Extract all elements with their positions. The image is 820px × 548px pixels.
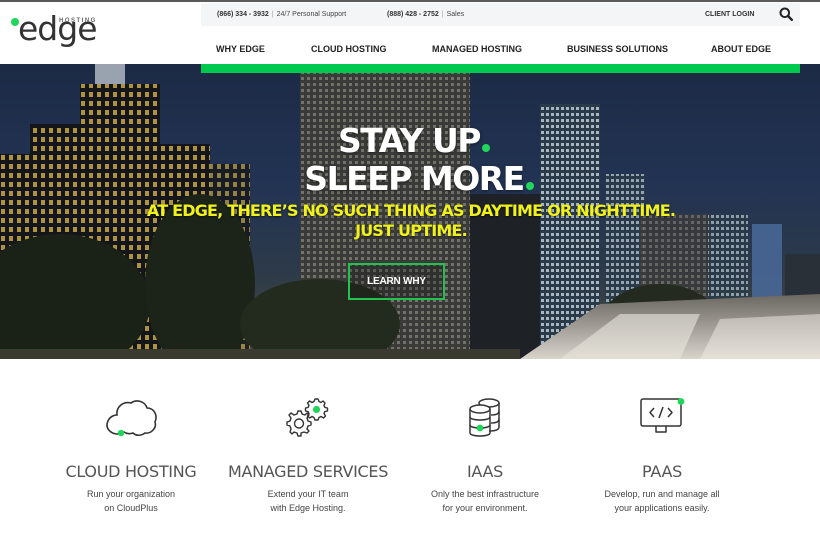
nav-accent-bar: [201, 64, 800, 73]
sales-contact: (888) 428 - 2752 | Sales: [387, 11, 464, 18]
sales-label: Sales: [446, 11, 465, 18]
features-section: CLOUD HOSTING Run your organization on Cl…: [0, 359, 820, 548]
feature-description: Extend your IT team with Edge Hosting.: [208, 488, 408, 515]
search-icon[interactable]: [779, 7, 794, 22]
nav-why-edge[interactable]: WHY EDGE: [216, 44, 265, 54]
support-label: 24/7 Personal Support: [276, 11, 347, 18]
feature-description: Develop, run and manage all your applicat…: [562, 488, 762, 515]
edge-hosting-logo[interactable]: edge HOSTING: [10, 8, 110, 58]
nav-about-edge[interactable]: ABOUT EDGE: [711, 44, 771, 54]
separator: |: [441, 11, 444, 18]
utility-bar: (866) 334 - 3932 | 24/7 Personal Support (…: [201, 3, 800, 26]
desc-line: Develop, run and manage all: [604, 489, 720, 499]
gears-icon: [286, 397, 330, 444]
cloud-icon: [103, 397, 159, 444]
headline-text: SLEEP MORE: [304, 159, 525, 198]
nav-business-solutions[interactable]: BUSINESS SOLUTIONS: [567, 44, 668, 54]
feature-description: Run your organization on CloudPlus: [31, 488, 231, 515]
database-icon: [467, 397, 503, 444]
green-period-dot: [481, 144, 490, 152]
sales-phone[interactable]: (888) 428 - 2752: [387, 11, 439, 18]
feature-title: MANAGED SERVICES: [227, 462, 389, 481]
learn-why-button[interactable]: LEARN WHY: [348, 263, 445, 300]
support-phone[interactable]: (866) 334 - 3932: [217, 11, 269, 18]
hero-subheadline-line2: JUST UPTIME.: [355, 221, 468, 240]
desc-line: for your environment.: [442, 502, 528, 513]
feature-title: IAAS: [466, 462, 503, 481]
green-period-dot: [525, 182, 534, 190]
logo-subtitle: HOSTING: [59, 18, 97, 24]
desc-line: on CloudPlus: [104, 502, 158, 513]
nav-managed-hosting[interactable]: MANAGED HOSTING: [432, 44, 522, 54]
hero-headline-line1: STAY UP: [0, 124, 820, 157]
nav-cloud-hosting[interactable]: CLOUD HOSTING: [311, 44, 387, 54]
desc-line: Run your organization: [86, 489, 176, 499]
client-login-link[interactable]: CLIENT LOGIN: [705, 11, 754, 18]
hero-headline-line2: SLEEP MORE: [0, 162, 820, 195]
headline-text: STAY UP: [338, 121, 481, 160]
site-header: edge HOSTING (866) 334 - 3932 | 24/7 Perso…: [0, 2, 820, 64]
main-nav: WHY EDGE CLOUD HOSTING MANAGED HOSTING B…: [201, 40, 800, 60]
desc-line: Only the best infrastructure: [430, 489, 540, 499]
monitor-code-icon: [638, 397, 686, 444]
feature-title: PAAS: [642, 462, 682, 481]
desc-line: your applications easily.: [614, 502, 710, 513]
feature-description: Only the best infrastructure for your env…: [385, 488, 585, 515]
desc-line: Extend your IT team: [267, 489, 349, 499]
hero-subheadline-line1: AT EDGE, THERE’S NO SUCH THING AS DAYTIM…: [146, 201, 676, 220]
desc-line: with Edge Hosting.: [270, 502, 346, 513]
hero-banner: STAY UP SLEEP MORE AT EDGE, THERE’S NO S…: [0, 64, 820, 359]
feature-title: CLOUD HOSTING: [65, 462, 197, 481]
separator: |: [271, 11, 274, 18]
logo-word: edge: [18, 9, 97, 48]
support-contact: (866) 334 - 3932 | 24/7 Personal Support: [217, 11, 346, 18]
